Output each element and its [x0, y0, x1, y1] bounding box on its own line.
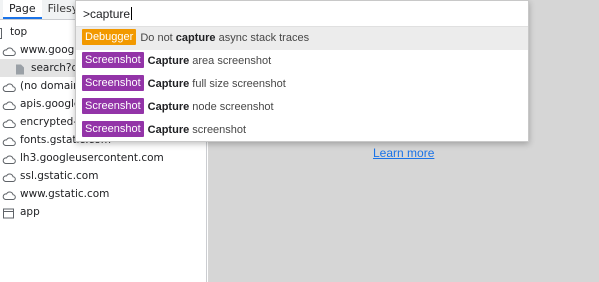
command-text-post: node screenshot — [189, 101, 274, 113]
command-text-match: Capture — [147, 78, 190, 90]
command-item[interactable]: Debugger Do not capture async stack trace… — [76, 27, 528, 50]
tree-item-label: top — [10, 26, 28, 38]
tree-item[interactable]: ssl.gstatic.com — [0, 167, 206, 185]
cloud-icon — [2, 117, 16, 128]
devtools-window: Page Filesy top www.googl search?q (no doma… — [0, 0, 599, 282]
command-menu: >capture Debugger Do not capture async st… — [75, 0, 529, 142]
command-item[interactable]: Screenshot Capture area screenshot — [76, 50, 528, 73]
tree-item-label: encrypted-t — [20, 116, 82, 128]
command-category-badge: Screenshot — [82, 75, 144, 91]
tree-item-label: www.googl — [20, 44, 78, 56]
command-category-badge: Debugger — [82, 29, 137, 45]
frame-icon — [0, 27, 10, 39]
tree-item-label: app — [20, 206, 40, 218]
cloud-icon — [2, 171, 16, 182]
command-item[interactable]: Screenshot Capture node screenshot — [76, 96, 528, 119]
command-query: >capture — [83, 7, 131, 21]
command-text-pre: Do not — [140, 32, 176, 44]
tree-item[interactable]: lh3.googleusercontent.com — [0, 149, 206, 167]
command-input[interactable]: >capture — [76, 1, 528, 27]
command-category-badge: Screenshot — [82, 121, 144, 137]
cloud-icon — [2, 153, 16, 164]
command-text-match: Capture — [147, 55, 190, 67]
command-list: Debugger Do not capture async stack trace… — [76, 27, 528, 142]
text-caret — [131, 7, 133, 20]
cloud-icon — [2, 81, 16, 92]
command-text-post: screenshot — [189, 124, 247, 136]
command-text-match: capture — [175, 32, 216, 44]
tree-item[interactable]: www.gstatic.com — [0, 185, 206, 203]
cloud-icon — [2, 99, 16, 110]
tree-item[interactable]: app — [0, 203, 206, 221]
tree-item-label: apis.google — [20, 98, 81, 110]
tree-item-label: search?q — [31, 62, 79, 74]
cloud-icon — [2, 189, 16, 200]
tree-item-label: www.gstatic.com — [20, 188, 110, 200]
command-item[interactable]: Screenshot Capture screenshot — [76, 119, 528, 142]
window-icon — [2, 207, 16, 219]
cloud-icon — [2, 45, 16, 56]
command-category-badge: Screenshot — [82, 98, 144, 114]
command-text-match: Capture — [147, 101, 190, 113]
command-text-post: full size screenshot — [189, 78, 286, 90]
command-item[interactable]: Screenshot Capture full size screenshot — [76, 73, 528, 96]
file-icon — [13, 63, 27, 75]
tree-item-label: ssl.gstatic.com — [20, 170, 99, 182]
cloud-icon — [2, 135, 16, 146]
command-category-badge: Screenshot — [82, 52, 144, 68]
command-text-post: area screenshot — [189, 55, 272, 67]
tree-item-label: lh3.googleusercontent.com — [20, 152, 164, 164]
command-text-post: async stack traces — [215, 32, 310, 44]
tree-item-label: (no domain — [20, 80, 80, 92]
tab-page[interactable]: Page — [3, 0, 42, 19]
learn-more-link[interactable]: Learn more — [373, 146, 434, 160]
command-text-match: Capture — [147, 124, 190, 136]
